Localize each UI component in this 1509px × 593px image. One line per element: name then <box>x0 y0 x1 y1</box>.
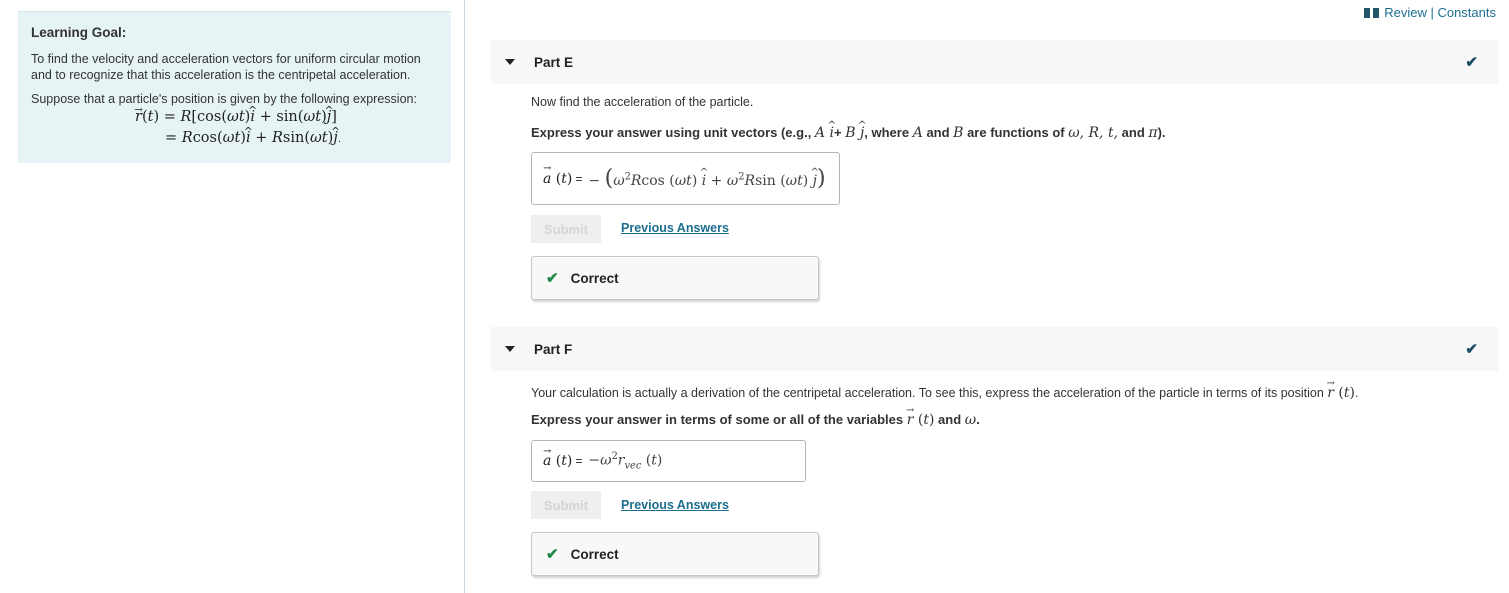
part-f-title: Part F <box>534 341 573 357</box>
instruction-text: are functions of <box>963 125 1069 140</box>
part-f-header[interactable]: Part F ✔ <box>491 327 1498 371</box>
part-e-title: Part E <box>534 54 574 70</box>
check-icon: ✔ <box>1465 341 1478 358</box>
book-icon <box>1364 7 1380 18</box>
equals-sign: = <box>575 454 583 468</box>
part-e-feedback: ✔ Correct <box>531 256 819 300</box>
part-f-submit-button[interactable]: Submit <box>531 491 601 519</box>
instruction-text: ). <box>1157 125 1166 140</box>
learning-goal-title: Learning Goal: <box>31 25 127 40</box>
learning-goal-text: To find the velocity and acceleration ve… <box>31 52 421 82</box>
instruction-text: , where <box>864 125 913 140</box>
review-constants-label: Review | Constants <box>1384 5 1496 20</box>
position-equation-line1: r(t) = R[cos(ωt)i + sin(ωt)j] <box>31 107 438 128</box>
var-b: B <box>953 125 964 141</box>
instruction-text: and <box>1118 125 1149 140</box>
part-e-prompt: Now find the acceleration of the particl… <box>531 95 754 109</box>
check-icon: ✔ <box>1465 54 1478 71</box>
correct-label: Correct <box>570 270 619 286</box>
part-e-instruction: Express your answer using unit vectors (… <box>531 125 1166 141</box>
learning-goal-setup: Suppose that a particle's position is gi… <box>31 92 417 106</box>
equals-sign: = <box>575 171 583 186</box>
answer-label: a (t) <box>543 171 572 187</box>
left-pane: Learning Goal: To find the velocity and … <box>0 0 465 593</box>
prompt-text: . <box>1355 386 1359 400</box>
instruction-example: A i <box>815 125 834 141</box>
check-icon: ✔ <box>546 270 559 287</box>
part-e-previous-answers-link[interactable]: Previous Answers <box>621 221 729 235</box>
position-equation: r(t) = R[cos(ωt)i + sin(ωt)j] = Rcos(ωt)… <box>31 107 438 150</box>
instruction-example-b: B j <box>845 125 864 141</box>
part-f-feedback: ✔ Correct <box>531 532 819 576</box>
caret-down-icon[interactable] <box>505 346 515 352</box>
prompt-text: Your calculation is actually a derivatio… <box>531 386 1328 400</box>
instruction-var: r (t) <box>907 412 935 428</box>
answer-label: a (t) <box>543 453 572 469</box>
var-pi: π <box>1148 125 1158 141</box>
learning-goal-box: Learning Goal: To find the velocity and … <box>18 11 451 163</box>
instruction-text: Express your answer in terms of some or … <box>531 412 907 427</box>
instruction-text: . <box>976 412 980 427</box>
part-e-answer-field[interactable]: a (t)= − (ω2Rcos (ωt) i + ω2Rsin (ωt) j) <box>531 152 840 205</box>
vars: ω, R, t, <box>1068 125 1119 141</box>
instruction-text: and <box>922 125 954 140</box>
answer-value: − (ω2Rcos (ωt) i + ω2Rsin (ωt) j) <box>588 167 825 190</box>
position-equation-line2: = Rcos(ωt)i + Rsin(ωt)j. <box>31 128 438 150</box>
part-e-submit-button[interactable]: Submit <box>531 215 601 243</box>
instruction-text: Express your answer using unit vectors (… <box>531 125 815 140</box>
part-e-header[interactable]: Part E ✔ <box>491 40 1498 84</box>
instruction-text: and <box>934 412 965 427</box>
var-omega: ω <box>964 412 977 428</box>
part-f-answer-field[interactable]: a (t)= −ω2rvec (t) <box>531 440 806 482</box>
check-icon: ✔ <box>546 546 559 563</box>
caret-down-icon[interactable] <box>505 59 515 65</box>
part-f-instruction: Express your answer in terms of some or … <box>531 412 980 428</box>
prompt-var: r (t) <box>1327 385 1355 401</box>
correct-label: Correct <box>570 546 619 562</box>
var-a: A <box>912 125 923 141</box>
review-constants-link[interactable]: Review | Constants <box>1364 5 1496 20</box>
answer-value: −ω2rvec (t) <box>588 450 663 472</box>
part-f-previous-answers-link[interactable]: Previous Answers <box>621 498 729 512</box>
part-f-prompt: Your calculation is actually a derivatio… <box>531 385 1358 401</box>
